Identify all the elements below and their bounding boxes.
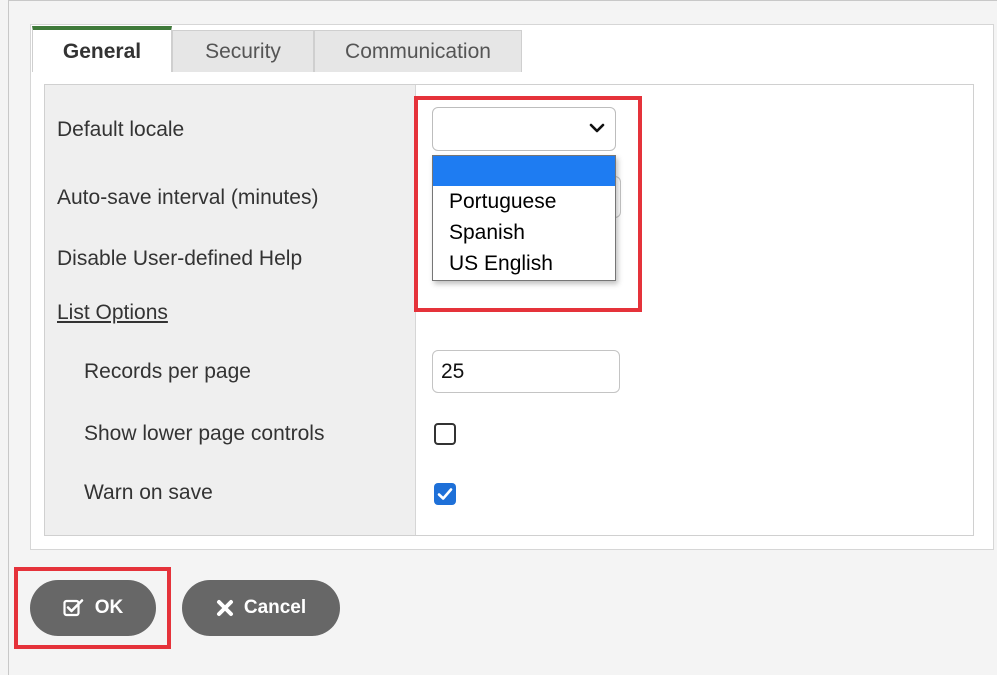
close-icon [216, 600, 233, 616]
warn-on-save-label: Warn on save [84, 481, 213, 504]
tab-security[interactable]: Security [172, 30, 314, 72]
records-per-page-input[interactable] [432, 350, 620, 393]
records-per-page-label: Records per page [84, 360, 251, 383]
dropdown-highlight-box [414, 96, 642, 312]
checkmark-icon [437, 488, 453, 500]
show-lower-controls-label: Show lower page controls [84, 422, 325, 445]
tab-general[interactable]: General [32, 26, 172, 72]
cancel-button-label: Cancel [243, 597, 307, 618]
disable-help-label: Disable User-defined Help [57, 247, 303, 270]
cancel-button[interactable]: Cancel [182, 580, 340, 636]
show-lower-controls-checkbox[interactable] [434, 423, 456, 445]
warn-on-save-checkbox[interactable] [434, 483, 456, 505]
list-options-heading: List Options [57, 301, 168, 324]
autosave-interval-label: Auto-save interval (minutes) [57, 186, 319, 209]
tab-communication[interactable]: Communication [314, 30, 522, 72]
ok-highlight-box [14, 567, 171, 649]
default-locale-label: Default locale [57, 118, 185, 141]
